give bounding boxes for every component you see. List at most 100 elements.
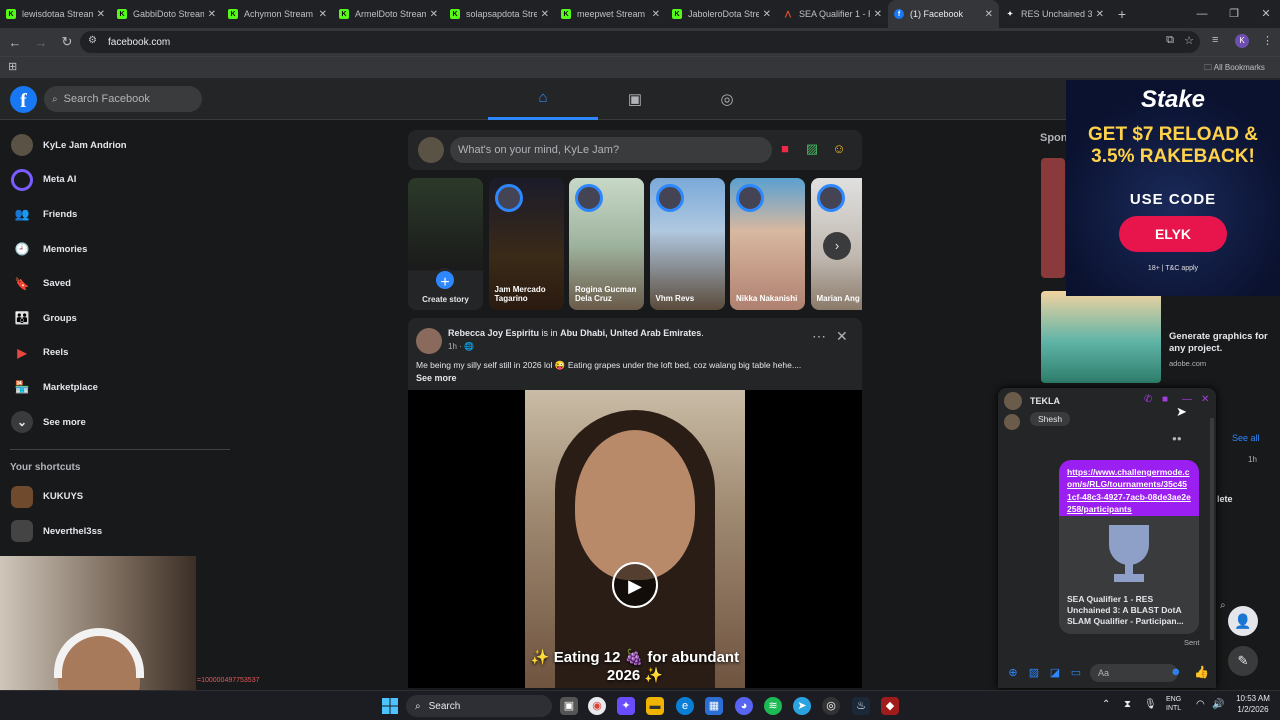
restore-window-icon[interactable]: ❐ [1218, 0, 1250, 28]
close-tab-icon[interactable]: ✕ [319, 9, 327, 20]
browser-menu-icon[interactable]: ⋮ [1262, 34, 1273, 47]
post-timestamp[interactable]: 1h · 🌐 [448, 342, 474, 351]
whats-on-your-mind-input[interactable]: What's on your mind, KyLe Jam? [450, 137, 772, 163]
minimize-window-icon[interactable]: — [1186, 0, 1218, 28]
search-facebook-input[interactable]: ⌕ Search Facebook [44, 86, 202, 112]
sticker-icon[interactable]: ◪ [1048, 666, 1062, 680]
task-view-icon[interactable]: ▣ [560, 697, 578, 715]
delete-button[interactable]: lete [1213, 489, 1267, 509]
address-bar[interactable]: ⚙ facebook.com ⧉ ☆ [80, 31, 1200, 53]
apps-grid-icon[interactable]: ⊞ [8, 60, 17, 73]
site-info-icon[interactable]: ⚙ [88, 35, 97, 46]
message-input[interactable]: Aa [1090, 664, 1178, 682]
ad-image[interactable] [1041, 291, 1161, 383]
story-card[interactable]: Jam Mercado Tagarino [488, 178, 564, 310]
gif-icon[interactable]: ▭ [1069, 666, 1083, 680]
browser-tab[interactable]: Ksolapsapdota Stre ✕ [444, 0, 555, 28]
browser-tab[interactable]: ✦ RES Unchained 3 ✕ [999, 0, 1110, 28]
see-more-link[interactable]: See more [416, 373, 457, 383]
forward-icon[interactable]: → [30, 31, 52, 53]
close-tab-icon[interactable]: ✕ [652, 9, 660, 20]
new-tab-button[interactable]: + [1110, 6, 1134, 22]
tray-overflow-icon[interactable]: ⌃ [1102, 699, 1110, 710]
browser-tab[interactable]: K Achymon Stream ✕ [222, 0, 333, 28]
sidebar-item-marketplace[interactable]: 🏪 Marketplace [0, 370, 240, 405]
plus-icon[interactable]: ⊕ [1006, 666, 1020, 680]
wifi-icon[interactable]: ◠ [1196, 699, 1205, 710]
promo-code-button[interactable]: ELYK [1119, 216, 1227, 252]
close-icon[interactable]: ✕ [836, 328, 848, 345]
chat-scrollbar[interactable] [1210, 418, 1214, 640]
browser-tab[interactable]: K GabbiDoto Stream ✕ [111, 0, 222, 28]
sidebar-item-meta-ai[interactable]: Meta AI [0, 163, 240, 198]
browser-tab[interactable]: Kmeepwet Stream ✕ [555, 0, 666, 28]
obs-icon[interactable]: ◎ [822, 697, 840, 715]
facebook-logo-icon[interactable]: f [10, 86, 37, 113]
sidebar-item-profile[interactable]: KyLe Jam Andrion [0, 128, 240, 163]
file-explorer-icon[interactable]: ▬ [646, 697, 664, 715]
all-bookmarks-folder[interactable]: 🗀 All Bookmarks [1204, 62, 1265, 76]
sidebar-item-reels[interactable]: ▶ Reels [0, 336, 240, 371]
post-video[interactable]: ▶ ✨ Eating 12 🍇 for abundant 2026 ✨ [408, 390, 862, 688]
telegram-icon[interactable]: ➤ [793, 697, 811, 715]
post-location[interactable]: Abu Dhabi, United Arab Emirates [560, 328, 701, 338]
microphone-icon[interactable]: 🎙 [1144, 699, 1157, 710]
chevron-right-icon[interactable]: › [823, 232, 851, 260]
discord-icon[interactable]: ◕ [735, 697, 753, 715]
emoji-icon[interactable]: ☻ [1170, 666, 1182, 678]
copilot-icon[interactable]: ✦ [617, 697, 635, 715]
photo-video-icon[interactable]: ▨ [803, 141, 821, 159]
avatar[interactable]: 👤 [1228, 606, 1258, 636]
more-options-icon[interactable]: ⋯ [812, 328, 826, 345]
video-call-icon[interactable]: ■ [1162, 394, 1168, 405]
network-icon[interactable]: ⧗ [1124, 699, 1131, 710]
story-card[interactable]: Rogina Gucman Dela Cruz [569, 178, 644, 310]
sidebar-item-saved[interactable]: 🔖 Saved [0, 266, 240, 301]
post-author[interactable]: Rebecca Joy Espiritu [448, 328, 539, 338]
taskbar-search[interactable]: ⌕ Search [406, 695, 552, 717]
see-all-link[interactable]: See all [1232, 433, 1260, 443]
photo-icon[interactable]: ▨ [1027, 666, 1041, 680]
avatar[interactable] [416, 328, 442, 354]
chat-contact-name[interactable]: TEKLA [1030, 396, 1060, 406]
new-message-icon[interactable]: ✎ [1228, 646, 1258, 676]
phone-icon[interactable]: ✆ [1144, 394, 1152, 405]
back-icon[interactable]: ← [4, 31, 26, 53]
ad-image[interactable] [1041, 158, 1065, 278]
steam-icon[interactable]: ♨ [852, 697, 870, 715]
close-icon[interactable]: ✕ [1201, 394, 1209, 405]
spotify-icon[interactable]: ≋ [764, 697, 782, 715]
stake-ad-overlay[interactable]: Stake GET $7 RELOAD & 3.5% RAKEBACK! USE… [1066, 80, 1280, 296]
close-window-icon[interactable]: ✕ [1250, 0, 1280, 28]
story-card[interactable]: Nikka Nakanishi [730, 178, 805, 310]
store-icon[interactable]: ▦ [705, 697, 723, 715]
volume-icon[interactable]: 🔊 [1212, 699, 1224, 710]
like-icon[interactable]: 👍 [1194, 665, 1209, 679]
ad-title[interactable]: Generate graphics for any project. [1169, 331, 1269, 356]
play-icon[interactable]: ▶ [612, 562, 658, 608]
windows-start-icon[interactable] [382, 698, 398, 714]
browser-tab[interactable]: ⋀ SEA Qualifier 1 - R ✕ [777, 0, 888, 28]
language-indicator[interactable]: ENG INTL [1166, 695, 1181, 713]
browser-tab[interactable]: K JaboleroDota Stre ✕ [666, 0, 777, 28]
reload-icon[interactable]: ↻ [56, 31, 78, 53]
groups-tab[interactable]: ◎ [672, 78, 782, 120]
live-video-icon[interactable]: ■ [776, 141, 794, 159]
sidebar-item-groups[interactable]: 👪 Groups [0, 301, 240, 336]
dota-icon[interactable]: ◆ [881, 697, 899, 715]
shortcut-item[interactable]: KUKUYS [0, 479, 240, 514]
reading-list-icon[interactable]: ≡ [1212, 34, 1218, 46]
browser-tab[interactable]: Klewisdotaa Stream ✕ [0, 0, 111, 28]
browser-tab[interactable]: K ArmelDoto Stream ✕ [333, 0, 444, 28]
bookmark-star-icon[interactable]: ☆ [1184, 34, 1194, 47]
sidebar-item-memories[interactable]: 🕘 Memories [0, 232, 240, 267]
taskbar-clock[interactable]: 10:53 AM 1/2/2026 [1228, 694, 1278, 716]
sidebar-item-see-more[interactable]: ⌄ See more [0, 405, 240, 440]
close-tab-icon[interactable]: ✕ [430, 9, 438, 20]
sidebar-item-friends[interactable]: 👥 Friends [0, 197, 240, 232]
profile-avatar[interactable]: K [1235, 34, 1249, 48]
feeling-icon[interactable]: ☺ [830, 141, 848, 159]
close-tab-icon[interactable]: ✕ [208, 9, 216, 20]
close-tab-icon[interactable]: ✕ [874, 9, 882, 20]
create-story-card[interactable]: + Create story [408, 178, 483, 310]
